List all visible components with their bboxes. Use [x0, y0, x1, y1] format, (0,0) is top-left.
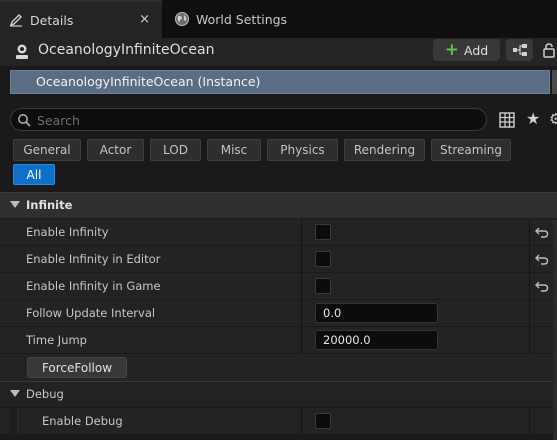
tab-world-settings[interactable]: World Settings: [166, 0, 287, 38]
filter-misc[interactable]: Misc: [207, 139, 261, 161]
chevron-down-icon: [10, 390, 20, 397]
category-debug-label: Debug: [26, 387, 64, 401]
property-label: Enable Infinity in Editor: [26, 252, 161, 266]
pencil-icon: [9, 14, 22, 27]
column-divider[interactable]: [301, 408, 302, 435]
column-divider: [529, 246, 530, 273]
panel-scrollbar[interactable]: [553, 220, 557, 440]
time-jump-input[interactable]: 20000.0: [315, 330, 438, 350]
globe-icon: [175, 12, 189, 26]
property-label: Time Jump: [26, 333, 87, 347]
component-tree: OceanologyInfiniteOcean (Instance): [0, 66, 557, 98]
tree-scrollbar[interactable]: [552, 70, 557, 94]
table-view-icon[interactable]: [499, 112, 515, 128]
column-divider: [529, 408, 530, 435]
reset-to-default-icon[interactable]: [535, 225, 549, 239]
search-icon: [18, 114, 31, 127]
filter-all[interactable]: All: [13, 164, 55, 185]
indent-guide: [10, 408, 18, 435]
property-row: Enable Infinity in Editor: [0, 246, 557, 273]
property-row: Enable Infinity: [0, 219, 557, 246]
filter-general[interactable]: General: [13, 139, 81, 161]
tab-details[interactable]: Details ×: [0, 0, 162, 38]
reset-to-default-icon[interactable]: [535, 252, 549, 266]
add-button-label: Add: [464, 42, 489, 58]
property-panel: Infinite Enable Infinity Enable Infinity…: [0, 192, 557, 440]
property-row: Enable Infinity in Game: [0, 273, 557, 300]
hierarchy-icon: [512, 44, 527, 56]
search-input[interactable]: [37, 110, 477, 130]
category-infinite-label: Infinite: [26, 198, 73, 212]
enable-infinity-checkbox[interactable]: [315, 224, 331, 240]
category-debug[interactable]: Debug: [0, 381, 557, 407]
property-row: Follow Update Interval 0.0: [0, 300, 557, 327]
filter-streaming[interactable]: Streaming: [431, 139, 511, 161]
column-divider[interactable]: [301, 219, 302, 246]
reset-to-default-icon[interactable]: [535, 279, 549, 293]
close-icon[interactable]: ×: [139, 12, 150, 28]
property-label: Enable Debug: [42, 414, 123, 428]
filter-rendering[interactable]: Rendering: [344, 139, 425, 161]
property-label: Follow Update Interval: [26, 306, 156, 320]
category-infinite[interactable]: Infinite: [0, 192, 557, 218]
column-divider: [529, 327, 530, 354]
column-divider: [529, 219, 530, 246]
column-divider: [529, 300, 530, 327]
gear-icon[interactable]: ⚙: [549, 110, 557, 128]
search-box[interactable]: [10, 108, 487, 131]
tab-details-label: Details: [30, 12, 74, 28]
follow-update-interval-input[interactable]: 0.0: [315, 303, 438, 323]
column-divider[interactable]: [301, 246, 302, 273]
chevron-down-icon: [10, 201, 20, 208]
tree-item-instance[interactable]: OceanologyInfiniteOcean (Instance): [10, 70, 550, 94]
column-divider[interactable]: [301, 300, 302, 327]
enable-infinity-editor-checkbox[interactable]: [315, 251, 331, 267]
property-label: Enable Infinity in Game: [26, 279, 161, 293]
details-header: OceanologyInfiniteOcean + Add: [0, 38, 557, 66]
actor-name: OceanologyInfiniteOcean: [38, 42, 215, 58]
property-label: Enable Infinity: [26, 225, 109, 239]
tab-world-settings-label: World Settings: [196, 11, 288, 27]
lock-icon[interactable]: [541, 42, 557, 58]
column-divider[interactable]: [301, 327, 302, 354]
search-filter-area: ★ ⚙ General Actor LOD Misc Physics Rende…: [0, 98, 557, 192]
add-component-button[interactable]: + Add: [433, 39, 500, 61]
enable-debug-checkbox[interactable]: [315, 413, 331, 429]
filter-physics[interactable]: Physics: [267, 139, 338, 161]
action-row: ForceFollow: [0, 354, 557, 381]
plus-icon: +: [444, 40, 460, 60]
filter-actor[interactable]: Actor: [87, 139, 144, 161]
filter-lod[interactable]: LOD: [150, 139, 201, 161]
blueprint-button[interactable]: [506, 39, 533, 61]
force-follow-button[interactable]: ForceFollow: [27, 357, 127, 378]
actor-icon: [16, 44, 28, 59]
column-divider: [529, 273, 530, 300]
column-divider[interactable]: [301, 273, 302, 300]
property-row: Enable Debug: [0, 408, 557, 435]
tab-bar: Details × World Settings: [0, 0, 557, 38]
property-row: Time Jump 20000.0: [0, 327, 557, 354]
enable-infinity-game-checkbox[interactable]: [315, 278, 331, 294]
star-icon[interactable]: ★: [526, 110, 540, 128]
